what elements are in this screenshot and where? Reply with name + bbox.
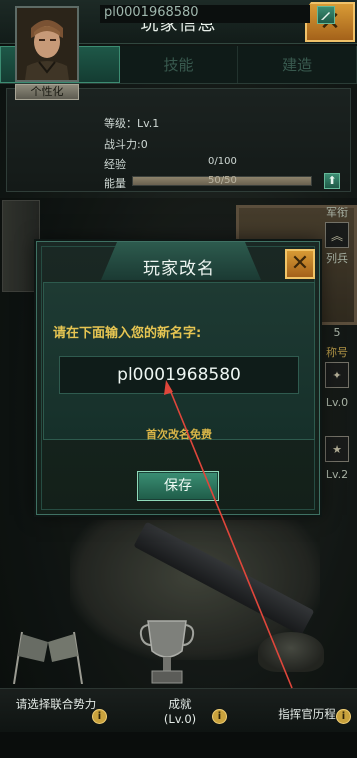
- energy-upgrade-button[interactable]: ⬆: [324, 173, 340, 189]
- portrait-image: [17, 8, 77, 80]
- close-icon: ✕: [290, 251, 310, 276]
- free-rename-note: 首次改名免费: [146, 428, 212, 441]
- history-info-icon[interactable]: i: [336, 709, 351, 724]
- alliance-label: 请选择联合势力: [15, 697, 97, 711]
- exp-value: 0/100: [208, 156, 237, 167]
- bottom-floor: [0, 732, 357, 758]
- dialog-close-button[interactable]: ✕: [285, 249, 315, 279]
- rename-button[interactable]: [317, 6, 335, 24]
- exp-label: 经验: [104, 158, 126, 171]
- player-power: 战斗力:0: [104, 138, 148, 151]
- tab-build[interactable]: 建造: [238, 46, 357, 83]
- rename-dialog: 玩家改名 ✕ 请在下面输入您的新名字: 首次改名免费 保存: [36, 241, 320, 515]
- player-info-screen: 玩家信息 ✕ 详情 技能 建造 个性化 pl0001968580: [0, 0, 357, 758]
- alliance-info-icon[interactable]: i: [92, 709, 107, 724]
- customize-button[interactable]: 个性化: [15, 84, 79, 100]
- pencil-icon: [321, 12, 330, 20]
- achievement-info-icon[interactable]: i: [212, 709, 227, 724]
- avatar[interactable]: [15, 6, 79, 82]
- player-level: 等级：Lv.1: [104, 117, 160, 130]
- bottom-bar: 请选择联合势力 i 成就 (Lv.0) i 指挥官历程 i: [0, 688, 357, 732]
- dialog-title: 玩家改名: [143, 259, 215, 279]
- tab-skills[interactable]: 技能: [119, 46, 239, 83]
- arrow-up-icon: ⬆: [327, 174, 337, 187]
- achievement-label: 成就: [168, 697, 192, 711]
- save-button[interactable]: 保存: [137, 471, 219, 501]
- achievement-level: (Lv.0): [163, 712, 197, 726]
- energy-value: 50/50: [208, 175, 237, 186]
- energy-label: 能量: [104, 177, 126, 190]
- history-label: 指挥官历程: [278, 707, 336, 721]
- dialog-prompt: 请在下面输入您的新名字:: [53, 326, 202, 341]
- new-name-input[interactable]: [59, 356, 299, 394]
- player-name: pl0001968580: [104, 5, 199, 20]
